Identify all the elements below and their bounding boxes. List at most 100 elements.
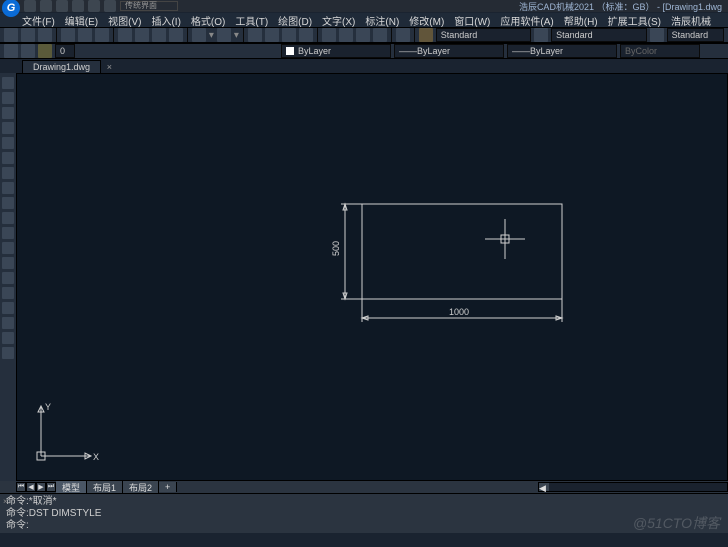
block-icon[interactable] bbox=[2, 227, 14, 239]
menu-file[interactable]: 文件(F) bbox=[18, 13, 59, 28]
lock-icon[interactable] bbox=[38, 44, 52, 58]
tab-model[interactable]: 模型 bbox=[56, 481, 87, 494]
dim5-icon[interactable] bbox=[2, 317, 14, 329]
menu-text[interactable]: 文字(X) bbox=[318, 13, 359, 28]
grid-icon[interactable] bbox=[356, 28, 370, 42]
help-icon[interactable] bbox=[396, 28, 410, 42]
menu-insert[interactable]: 插入(I) bbox=[147, 13, 184, 28]
toolbar-main: ▾ ▾ Standard Standard Standard bbox=[0, 27, 728, 43]
menu-edit[interactable]: 编辑(E) bbox=[61, 13, 102, 28]
layer-icon[interactable] bbox=[4, 44, 18, 58]
menu-mech[interactable]: 浩辰机械 bbox=[667, 13, 715, 28]
point-icon[interactable] bbox=[2, 212, 14, 224]
cmd-line2: 命令:DST DIMSTYLE bbox=[6, 508, 722, 520]
freeze-icon[interactable] bbox=[21, 44, 35, 58]
dim2-icon[interactable] bbox=[2, 272, 14, 284]
command-window[interactable]: × 命令:*取消* 命令:DST DIMSTYLE 命令: bbox=[0, 493, 728, 533]
menu-help[interactable]: 帮助(H) bbox=[560, 13, 602, 28]
print-icon[interactable] bbox=[61, 28, 75, 42]
menu-modify[interactable]: 修改(M) bbox=[405, 13, 448, 28]
dim-icon[interactable] bbox=[2, 257, 14, 269]
hatch-icon[interactable] bbox=[2, 197, 14, 209]
workspace-dropdown[interactable]: 传统界面 bbox=[120, 1, 178, 11]
publish-icon[interactable] bbox=[95, 28, 109, 42]
app-title: 浩辰CAD机械2021 （标准：GB） - [Drawing1.dwg bbox=[519, 0, 722, 13]
tab-nav: ⏮ ◀ ▶ ⏭ bbox=[16, 482, 56, 492]
svg-text:X: X bbox=[93, 452, 99, 462]
lineweight-dropdown[interactable]: —— ByLayer bbox=[507, 44, 617, 58]
open-icon[interactable] bbox=[21, 28, 35, 42]
draw-toolbar bbox=[0, 73, 16, 481]
zoom-extents-icon[interactable] bbox=[299, 28, 313, 42]
style-icon[interactable] bbox=[534, 28, 548, 42]
match-icon[interactable] bbox=[169, 28, 183, 42]
menu-draw[interactable]: 绘图(D) bbox=[274, 13, 316, 28]
cmd-prompt: 命令: bbox=[6, 520, 722, 532]
new-icon[interactable] bbox=[4, 28, 18, 42]
textstyle-dropdown[interactable]: Standard bbox=[436, 28, 531, 42]
tab-layout1[interactable]: 布局1 bbox=[87, 481, 123, 494]
dimstyle-icon[interactable] bbox=[419, 28, 433, 42]
redo-icon[interactable] bbox=[104, 0, 116, 12]
menu-window[interactable]: 窗口(W) bbox=[450, 13, 494, 28]
undo-icon[interactable] bbox=[88, 0, 100, 12]
polygon-icon[interactable] bbox=[2, 152, 14, 164]
preview-icon[interactable] bbox=[78, 28, 92, 42]
tab-layout2[interactable]: 布局2 bbox=[123, 481, 159, 494]
tool1-icon[interactable] bbox=[322, 28, 336, 42]
new-icon[interactable] bbox=[24, 0, 36, 12]
first-icon[interactable]: ⏮ bbox=[16, 482, 26, 492]
workarea: 500 1000 Y X bbox=[0, 73, 728, 481]
paste-icon[interactable] bbox=[152, 28, 166, 42]
next-icon[interactable]: ▶ bbox=[36, 482, 46, 492]
plotstyle-dropdown[interactable]: ByColor bbox=[620, 44, 700, 58]
menu-ext[interactable]: 扩展工具(S) bbox=[604, 13, 665, 28]
tab-add[interactable]: + bbox=[159, 482, 177, 492]
menu-format[interactable]: 格式(O) bbox=[187, 13, 229, 28]
last-icon[interactable]: ⏭ bbox=[46, 482, 56, 492]
doc-tab[interactable]: Drawing1.dwg × bbox=[22, 60, 101, 73]
dimstyle-dropdown[interactable]: Standard bbox=[551, 28, 646, 42]
drawing-canvas[interactable]: 500 1000 Y X bbox=[16, 73, 728, 481]
arc-icon[interactable] bbox=[2, 122, 14, 134]
close-icon[interactable]: × bbox=[3, 496, 8, 508]
tablestyle-icon[interactable] bbox=[650, 28, 664, 42]
region-icon[interactable] bbox=[2, 242, 14, 254]
tool2-icon[interactable] bbox=[339, 28, 353, 42]
circle-icon[interactable] bbox=[2, 107, 14, 119]
rect-icon[interactable] bbox=[2, 137, 14, 149]
pan-icon[interactable] bbox=[248, 28, 262, 42]
linetype-dropdown[interactable]: —— ByLayer bbox=[394, 44, 504, 58]
menu-tools[interactable]: 工具(T) bbox=[231, 13, 272, 28]
zoom-window-icon[interactable] bbox=[282, 28, 296, 42]
save-icon[interactable] bbox=[38, 28, 52, 42]
menu-apps[interactable]: 应用软件(A) bbox=[496, 13, 557, 28]
dim4-icon[interactable] bbox=[2, 302, 14, 314]
spline-icon[interactable] bbox=[2, 182, 14, 194]
table-icon[interactable] bbox=[373, 28, 387, 42]
zoom-icon[interactable] bbox=[265, 28, 279, 42]
cut-icon[interactable] bbox=[118, 28, 132, 42]
layer-dropdown[interactable]: 0 bbox=[55, 44, 75, 58]
menu-dimension[interactable]: 标注(N) bbox=[361, 13, 403, 28]
print-icon[interactable] bbox=[72, 0, 84, 12]
line-icon[interactable] bbox=[2, 77, 14, 89]
color-dropdown[interactable]: ByLayer bbox=[281, 44, 391, 58]
close-icon[interactable]: × bbox=[107, 62, 112, 72]
hscrollbar[interactable]: ◀ bbox=[538, 482, 728, 492]
dim3-icon[interactable] bbox=[2, 287, 14, 299]
open-icon[interactable] bbox=[40, 0, 52, 12]
cmd-line1: 命令:*取消* bbox=[6, 496, 722, 508]
menu-view[interactable]: 视图(V) bbox=[104, 13, 145, 28]
save-icon[interactable] bbox=[56, 0, 68, 12]
copy-icon[interactable] bbox=[135, 28, 149, 42]
ellipse-icon[interactable] bbox=[2, 167, 14, 179]
mtext-icon[interactable] bbox=[2, 347, 14, 359]
text-icon[interactable] bbox=[2, 332, 14, 344]
tablestyle-dropdown[interactable]: Standard bbox=[667, 28, 724, 42]
redo-icon[interactable] bbox=[217, 28, 231, 42]
undo-icon[interactable] bbox=[192, 28, 206, 42]
pline-icon[interactable] bbox=[2, 92, 14, 104]
dim-h-text: 1000 bbox=[449, 307, 469, 317]
prev-icon[interactable]: ◀ bbox=[26, 482, 36, 492]
